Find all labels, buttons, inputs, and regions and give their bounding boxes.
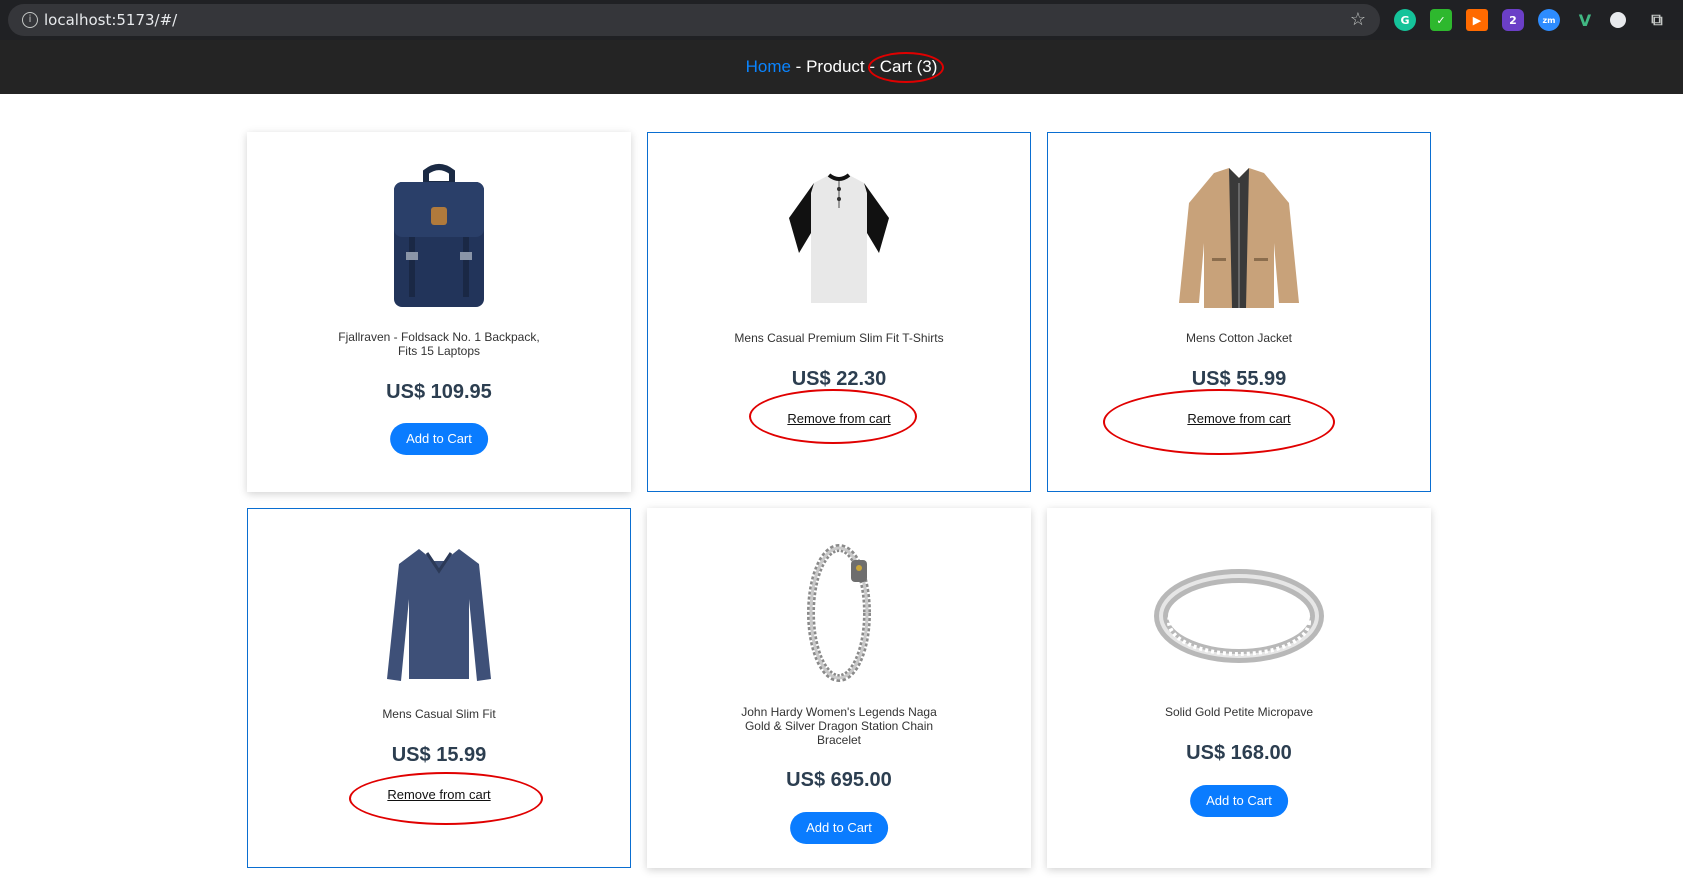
orange-extension-icon[interactable]: ▶ — [1466, 9, 1488, 31]
product-price: US$ 695.00 — [786, 769, 892, 791]
product-title: John Hardy Women's Legends Naga Gold & S… — [741, 705, 937, 747]
product-card: Mens Cotton Jacket US$ 55.99 Remove from… — [1047, 132, 1431, 492]
remove-from-cart-button[interactable]: Remove from cart — [1187, 411, 1290, 426]
badge-extension-icon[interactable]: 2 — [1502, 9, 1524, 31]
nav-cart-link[interactable]: Cart (3) — [880, 57, 938, 76]
top-navigation: Home - Product - Cart (3) — [0, 40, 1683, 94]
site-info-icon[interactable]: i — [22, 12, 38, 28]
add-to-cart-button[interactable]: Add to Cart — [790, 812, 888, 844]
nav-separator: - — [864, 57, 880, 76]
bracelet-image — [647, 538, 1031, 688]
vue-devtools-icon[interactable]: V — [1574, 9, 1596, 31]
product-price: US$ 22.30 — [791, 368, 887, 390]
product-title: Mens Cotton Jacket — [1185, 331, 1293, 345]
nav-separator: - — [790, 57, 807, 76]
product-price: US$ 109.95 — [386, 381, 492, 403]
product-card: Mens Casual Slim Fit US$ 15.99 Remove fr… — [247, 508, 631, 868]
product-card: Mens Casual Premium Slim Fit T-Shirts US… — [647, 132, 1031, 492]
product-title: Mens Casual Premium Slim Fit T-Shirts — [734, 331, 944, 345]
remove-from-cart-button[interactable]: Remove from cart — [387, 787, 490, 802]
profile-icon[interactable] — [1610, 12, 1626, 28]
backpack-image — [247, 162, 631, 312]
product-title: Mens Casual Slim Fit — [382, 707, 496, 721]
remove-from-cart-button[interactable]: Remove from cart — [787, 411, 890, 426]
zoom-extension-icon[interactable]: zm — [1538, 9, 1560, 31]
tshirt-image — [648, 163, 1030, 313]
grammarly-icon[interactable]: G — [1394, 9, 1416, 31]
jacket-image — [1048, 163, 1430, 313]
add-to-cart-button[interactable]: Add to Cart — [390, 423, 488, 455]
product-price: US$ 15.99 — [391, 744, 487, 766]
product-card: Fjallraven - Foldsack No. 1 Backpack, Fi… — [247, 132, 631, 492]
bookmark-star-icon[interactable]: ☆ — [1350, 9, 1366, 30]
ring-image — [1047, 538, 1431, 688]
product-price: US$ 55.99 — [1191, 368, 1287, 390]
extensions-puzzle-icon[interactable]: ⧉ — [1646, 9, 1668, 31]
url-text[interactable]: localhost:5173/#/ — [44, 11, 177, 29]
product-title: Fjallraven - Foldsack No. 1 Backpack, Fi… — [338, 330, 540, 358]
address-bar[interactable]: i localhost:5173/#/ ☆ — [8, 4, 1380, 36]
browser-toolbar: i localhost:5173/#/ ☆ G ✓ ▶ 2 zm V ⧉ — [0, 0, 1683, 40]
longsleeve-image — [248, 539, 630, 689]
nav-product-link[interactable]: Product — [806, 57, 865, 76]
product-price: US$ 168.00 — [1186, 742, 1292, 764]
product-card: Solid Gold Petite Micropave US$ 168.00 A… — [1047, 508, 1431, 868]
shield-extension-icon[interactable]: ✓ — [1430, 9, 1452, 31]
product-title: Solid Gold Petite Micropave — [1164, 705, 1314, 719]
nav-home-link[interactable]: Home — [746, 57, 791, 76]
product-grid: Fjallraven - Foldsack No. 1 Backpack, Fi… — [247, 132, 1432, 868]
add-to-cart-button[interactable]: Add to Cart — [1190, 785, 1288, 817]
product-card: John Hardy Women's Legends Naga Gold & S… — [647, 508, 1031, 868]
